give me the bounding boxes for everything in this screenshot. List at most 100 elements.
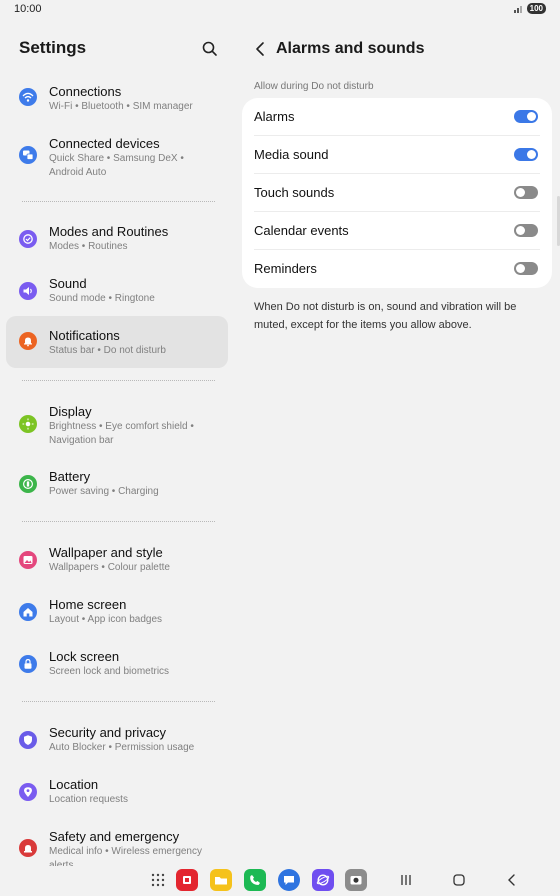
section-divider: [22, 521, 215, 522]
sidebar-item-title: Notifications: [49, 328, 120, 343]
section-divider: [22, 701, 215, 702]
emergency-icon: [19, 839, 37, 857]
search-icon[interactable]: [200, 39, 220, 59]
bell-icon: [19, 332, 37, 350]
internet-icon[interactable]: [312, 869, 334, 891]
toggle-knob: [516, 188, 525, 197]
status-time: 10:00: [14, 3, 42, 15]
sidebar-item-location[interactable]: Location Location requests: [6, 773, 228, 817]
section-divider: [22, 201, 215, 202]
setting-row-alarms[interactable]: Alarms: [242, 98, 552, 136]
back-button-icon[interactable]: [505, 873, 519, 887]
toggle-knob: [516, 264, 525, 273]
sidebar-item-title: Display: [49, 404, 92, 419]
touch-sounds-toggle[interactable]: [514, 186, 538, 199]
settings-list-pane: Settings Connections Wi-Fi • Bluetooth •…: [0, 20, 236, 866]
sidebar-item-home-screen[interactable]: Home screen Layout • App icon badges: [6, 593, 228, 637]
signal-icon: [514, 6, 522, 13]
alarms-toggle[interactable]: [514, 110, 538, 123]
sidebar-item-title: Connections: [49, 84, 122, 99]
status-bar: 10:00 100: [0, 0, 560, 18]
sidebar-item-title: Modes and Routines: [49, 224, 169, 239]
sidebar-item-subtitle: Brightness • Eye comfort shield • Naviga…: [49, 421, 194, 446]
media-sound-toggle[interactable]: [514, 148, 538, 161]
sidebar-item-modes-routines[interactable]: Modes and Routines Modes • Routines: [6, 220, 228, 264]
setting-row-reminders[interactable]: Reminders: [242, 250, 552, 288]
footnote-text: When Do not disturb is on, sound and vib…: [254, 301, 517, 331]
sidebar-item-subtitle: Status bar • Do not disturb: [49, 345, 166, 356]
sidebar-item-title: Wallpaper and style: [49, 545, 163, 560]
setting-row-media-sound[interactable]: Media sound: [242, 136, 552, 174]
settings-card: Alarms Media sound Touch sounds Calendar…: [242, 98, 552, 288]
apps-grid-icon[interactable]: [147, 869, 169, 891]
sidebar-item-subtitle: Location requests: [49, 794, 128, 805]
sidebar-item-subtitle: Auto Blocker • Permission usage: [49, 742, 195, 753]
sidebar-item-display[interactable]: Display Brightness • Eye comfort shield …: [6, 400, 228, 456]
sidebar-item-title: Sound: [49, 276, 87, 291]
detail-title: Alarms and sounds: [276, 40, 425, 57]
phone-icon[interactable]: [244, 869, 266, 891]
wifi-icon: [19, 88, 37, 106]
lock-icon: [19, 655, 37, 673]
sidebar-item-connected-devices[interactable]: Connected devices Quick Share • Samsung …: [6, 132, 228, 188]
setting-label: Touch sounds: [254, 185, 335, 200]
section-header: Allow during Do not disturb: [254, 81, 374, 92]
devices-icon: [19, 146, 37, 164]
setting-row-touch-sounds[interactable]: Touch sounds: [242, 174, 552, 212]
setting-label: Media sound: [254, 147, 329, 162]
home-button-icon[interactable]: [452, 873, 466, 887]
camera-icon[interactable]: [345, 869, 367, 891]
shield-icon: [19, 731, 37, 749]
sidebar-item-title: Location: [49, 777, 99, 792]
sidebar-item-subtitle: Modes • Routines: [49, 241, 128, 252]
sound-icon: [19, 282, 37, 300]
calendar-events-toggle[interactable]: [514, 224, 538, 237]
sidebar-item-title: Security and privacy: [49, 725, 167, 740]
toggle-knob: [527, 112, 536, 121]
setting-label: Reminders: [254, 261, 317, 276]
setting-row-calendar-events[interactable]: Calendar events: [242, 212, 552, 250]
sidebar-item-battery[interactable]: Battery Power saving • Charging: [6, 465, 228, 509]
wallpaper-icon: [19, 551, 37, 569]
toggle-knob: [516, 226, 525, 235]
home-icon: [19, 603, 37, 621]
sidebar-item-title: Connected devices: [49, 136, 160, 151]
sidebar-item-lock-screen[interactable]: Lock screen Screen lock and biometrics: [6, 645, 228, 689]
battery-icon: [19, 475, 37, 493]
flipboard-icon[interactable]: [176, 869, 198, 891]
sidebar-item-connections[interactable]: Connections Wi-Fi • Bluetooth • SIM mana…: [6, 80, 228, 124]
sidebar-item-title: Battery: [49, 469, 91, 484]
section-divider: [22, 380, 215, 381]
sidebar-item-security[interactable]: Security and privacy Auto Blocker • Perm…: [6, 721, 228, 765]
sidebar-item-subtitle: Screen lock and biometrics: [49, 666, 170, 677]
sidebar-item-notifications[interactable]: Notifications Status bar • Do not distur…: [6, 316, 228, 368]
reminders-toggle[interactable]: [514, 262, 538, 275]
page-title: Settings: [19, 38, 87, 57]
messages-icon[interactable]: [278, 869, 300, 891]
sidebar-item-title: Safety and emergency: [49, 829, 180, 844]
sidebar-item-title: Lock screen: [49, 649, 120, 664]
toggle-knob: [527, 150, 536, 159]
battery-indicator: 100: [526, 3, 546, 14]
back-arrow-icon[interactable]: [254, 41, 268, 57]
sidebar-item-subtitle: Wi-Fi • Bluetooth • SIM manager: [49, 101, 193, 112]
folder-icon[interactable]: [210, 869, 232, 891]
location-icon: [19, 783, 37, 801]
taskbar: [0, 866, 560, 896]
routine-icon: [19, 230, 37, 248]
sun-icon: [19, 415, 37, 433]
sidebar-item-subtitle: Power saving • Charging: [49, 486, 159, 497]
sidebar-item-title: Home screen: [49, 597, 127, 612]
sidebar-item-safety[interactable]: Safety and emergency Medical info • Wire…: [6, 825, 228, 866]
recent-apps-icon[interactable]: [399, 873, 413, 887]
sidebar-item-sound[interactable]: Sound Sound mode • Ringtone: [6, 272, 228, 316]
setting-label: Calendar events: [254, 223, 349, 238]
setting-label: Alarms: [254, 109, 295, 124]
sidebar-item-subtitle: Quick Share • Samsung DeX • Android Auto: [49, 153, 184, 178]
sidebar-item-subtitle: Medical info • Wireless emergency alerts: [49, 846, 202, 866]
sidebar-item-subtitle: Wallpapers • Colour palette: [49, 562, 170, 573]
sidebar-item-subtitle: Layout • App icon badges: [49, 614, 163, 625]
detail-pane: Alarms and sounds Allow during Do not di…: [236, 20, 560, 866]
sidebar-item-wallpaper[interactable]: Wallpaper and style Wallpapers • Colour …: [6, 541, 228, 585]
sidebar-item-subtitle: Sound mode • Ringtone: [49, 293, 155, 304]
